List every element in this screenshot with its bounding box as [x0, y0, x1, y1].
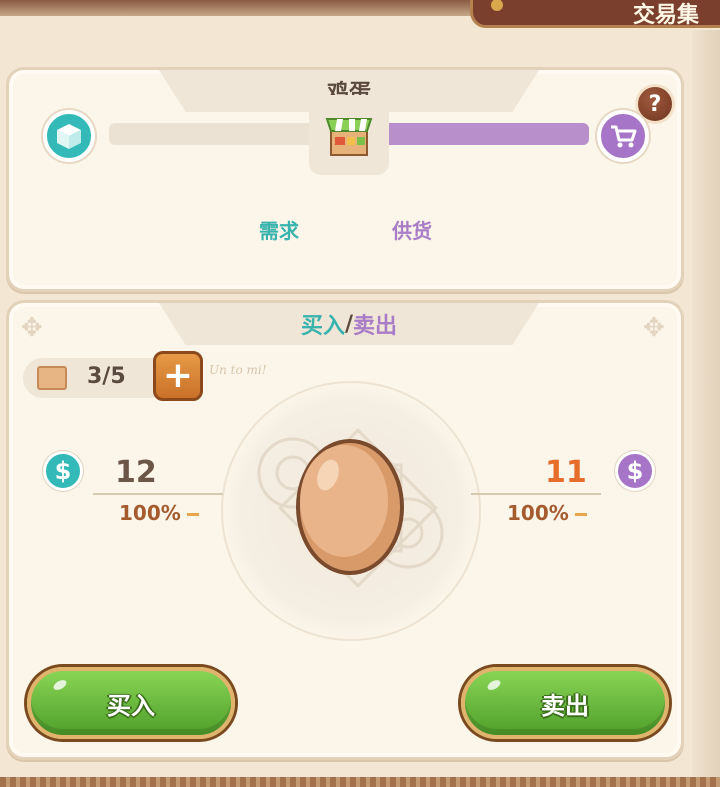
- sell-price-icon: $: [615, 451, 655, 491]
- tab-rivet-icon: [491, 0, 503, 11]
- supply-label: 供货: [392, 219, 432, 243]
- item-display: [221, 381, 481, 641]
- help-icon: ?: [648, 91, 662, 117]
- tab-title: 交易集: [633, 3, 700, 28]
- supply-cart-icon: [597, 110, 649, 162]
- egg-icon: [296, 439, 404, 575]
- buy-percent-value: 100%: [119, 501, 181, 525]
- market-tab[interactable]: 交易集: [470, 0, 720, 28]
- demand-box-icon: [43, 110, 95, 162]
- buy-price-icon: $: [43, 451, 83, 491]
- capacity-count: 3/5: [87, 364, 126, 389]
- sketch-note: Un to mi!: [209, 363, 267, 377]
- buy-currency: $: [54, 457, 72, 485]
- button-shine: [51, 678, 69, 692]
- corner-ornament-icon: ✥: [643, 313, 665, 343]
- sell-button[interactable]: 卖出: [461, 667, 669, 739]
- crate-icon: [37, 366, 67, 390]
- sell-percent-dash: [574, 513, 587, 516]
- buy-button-label: 买入: [107, 691, 155, 720]
- buy-percent-dash: [186, 513, 199, 516]
- expand-capacity-button[interactable]: +: [153, 351, 203, 401]
- trade-panel: ✥ ✥ 买入 / 卖出 3/5 + Un to mi! $ 12 100% $ …: [6, 300, 684, 760]
- buy-percent: 100%: [119, 501, 199, 525]
- sell-percent-value: 100%: [507, 501, 569, 525]
- right-frame: [692, 30, 720, 787]
- sell-button-label: 卖出: [541, 691, 589, 720]
- market-stall-icon: [309, 95, 389, 175]
- trade-title-sell: 卖出: [353, 314, 398, 339]
- demand-label: 需求: [259, 219, 299, 243]
- bottom-frame: [0, 777, 720, 787]
- sell-percent: 100%: [507, 501, 587, 525]
- corner-ornament-icon: ✥: [21, 313, 43, 343]
- sell-price: 11: [545, 455, 587, 490]
- plus-icon: +: [162, 355, 194, 396]
- sell-leader-line: [471, 493, 601, 495]
- trade-title-ribbon: 买入 / 卖出: [159, 303, 539, 345]
- sell-currency: $: [626, 457, 644, 485]
- buy-button[interactable]: 买入: [27, 667, 235, 739]
- trade-title-buy: 买入: [300, 314, 345, 339]
- trade-title-slash: /: [344, 311, 354, 337]
- button-shine: [485, 678, 503, 692]
- buy-price: 12: [115, 455, 157, 490]
- item-panel: 鸡蛋 ? 需求 供货: [6, 67, 684, 292]
- storage-capacity: 3/5: [23, 358, 173, 398]
- buy-leader-line: [93, 493, 223, 495]
